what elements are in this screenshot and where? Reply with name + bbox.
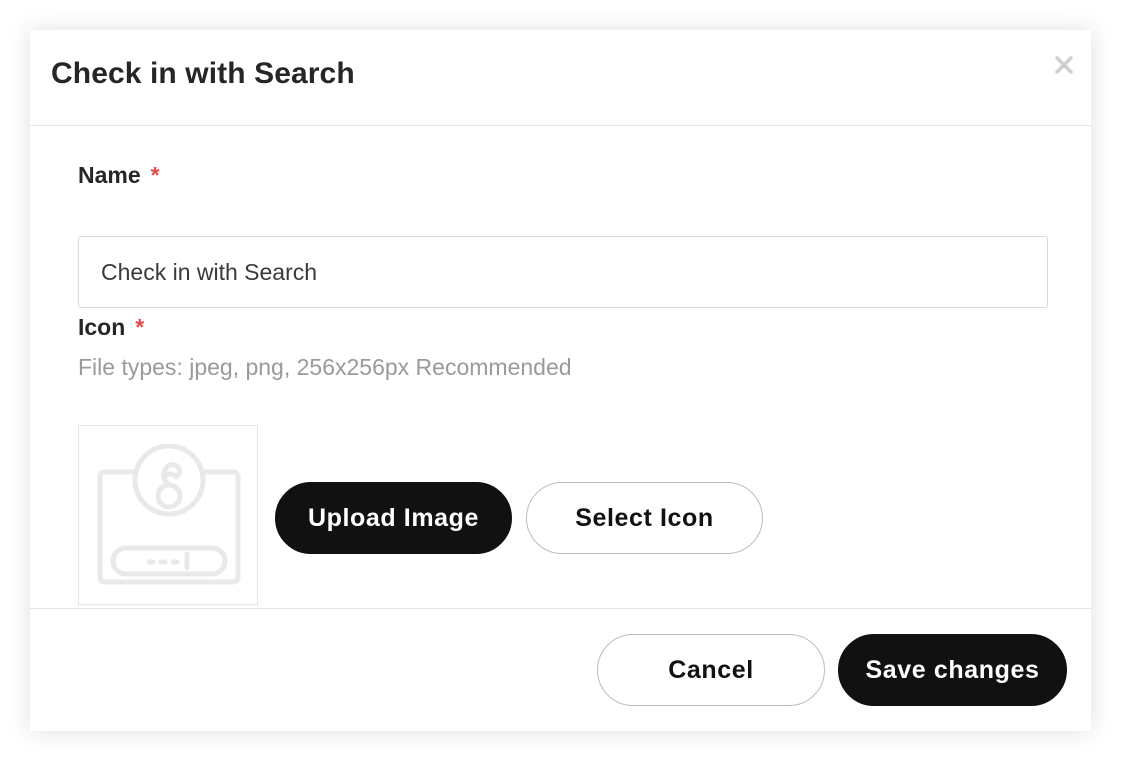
save-changes-button[interactable]: Save changes: [838, 634, 1067, 706]
icon-field-label: Icon *: [78, 314, 144, 341]
icon-help-text: File types: jpeg, png, 256x256px Recomme…: [78, 354, 572, 380]
modal-footer: Cancel Save changes: [30, 608, 1091, 731]
check-in-modal: Check in with Search Name * Icon * File ty…: [30, 30, 1091, 731]
name-field-label: Name *: [78, 162, 160, 189]
upload-image-button[interactable]: Upload Image: [275, 482, 512, 554]
required-star: *: [135, 314, 145, 340]
name-label-text: Name: [78, 162, 141, 188]
modal-title: Check in with Search: [51, 57, 355, 90]
icon-preview: [78, 425, 258, 605]
required-star: *: [150, 162, 160, 188]
modal-header: Check in with Search: [30, 30, 1091, 126]
close-icon[interactable]: [1053, 54, 1075, 76]
cancel-button[interactable]: Cancel: [597, 634, 825, 706]
icon-label-text: Icon: [78, 314, 126, 340]
check-in-placeholder-icon: [97, 444, 241, 585]
modal-body: Name * Icon * File types: jpeg, png, 256x2…: [30, 126, 1091, 608]
name-input[interactable]: [78, 236, 1048, 308]
select-icon-button[interactable]: Select Icon: [526, 482, 763, 554]
